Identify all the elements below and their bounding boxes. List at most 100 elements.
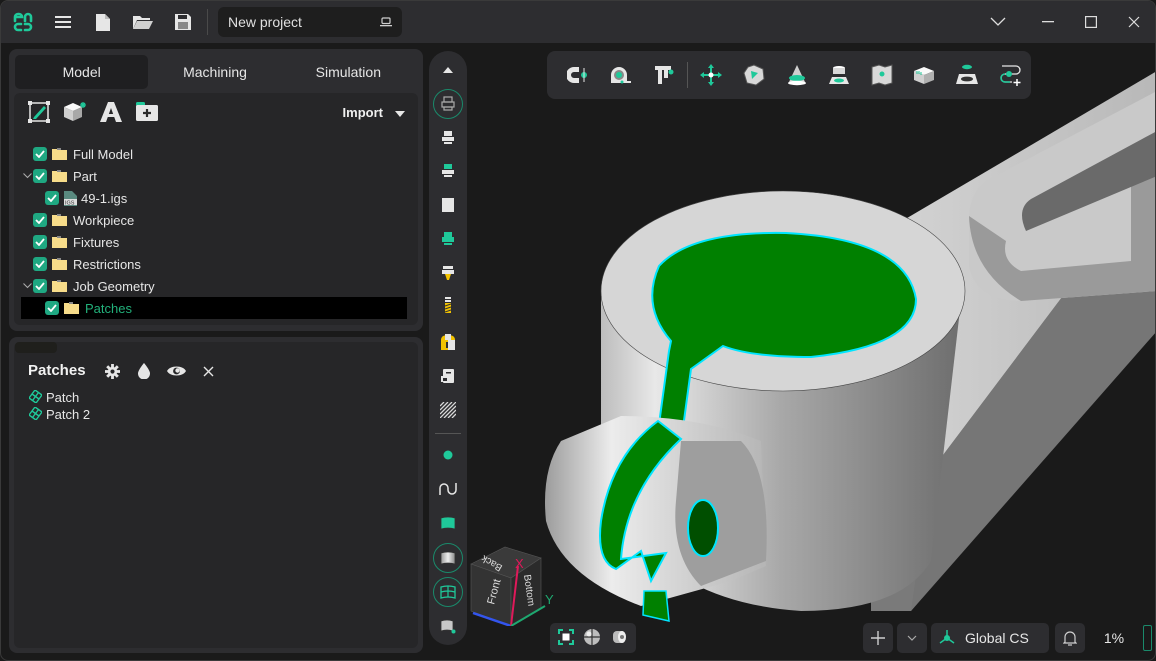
sphere-view-icon[interactable] <box>583 628 601 649</box>
patches-toolbar <box>99 360 221 382</box>
tree-item[interactable]: Job Geometry <box>21 275 407 297</box>
status-bar: Global CS 1% <box>863 623 1152 653</box>
mesh-surface-icon[interactable] <box>433 577 463 607</box>
more-dropdown-button[interactable] <box>897 623 927 653</box>
menu-icon[interactable] <box>43 1 83 43</box>
add-solid-icon[interactable] <box>57 94 93 130</box>
section-view-icon[interactable] <box>610 628 628 649</box>
add-surface-icon[interactable] <box>433 611 463 641</box>
patch-item[interactable]: Patch 2 <box>28 405 91 423</box>
head-accent-icon[interactable] <box>433 156 463 186</box>
laptop-icon[interactable] <box>380 14 392 30</box>
machine-icon[interactable] <box>433 89 463 119</box>
new-folder-icon[interactable] <box>129 94 165 130</box>
window-controls <box>970 1 1155 43</box>
save-icon[interactable] <box>163 1 203 43</box>
point-icon[interactable] <box>433 440 463 470</box>
part-model-render <box>545 72 1155 622</box>
hole-plane-icon[interactable] <box>946 55 989 95</box>
folder-icon <box>52 236 67 248</box>
visibility-checkbox[interactable] <box>45 191 59 205</box>
new-file-icon[interactable] <box>83 1 123 43</box>
text-icon[interactable] <box>93 94 129 130</box>
title-bar: New project <box>1 1 1155 43</box>
hatch-pattern-icon[interactable] <box>433 395 463 425</box>
curve-icon[interactable] <box>433 474 463 504</box>
patch-list: Patch Patch 2 <box>28 388 91 423</box>
patch-icon <box>28 405 43 423</box>
zoom-fit-icon[interactable] <box>558 628 575 648</box>
patches-title: Patches <box>28 362 86 379</box>
tape-measure-icon[interactable] <box>600 55 643 95</box>
tree-item[interactable]: IGS 49-1.igs <box>21 187 407 209</box>
tree-item[interactable]: Patches <box>21 297 407 319</box>
tree-item[interactable]: Fixtures <box>21 231 407 253</box>
move-arrows-icon[interactable] <box>690 55 733 95</box>
sketch-edit-icon[interactable] <box>21 94 57 130</box>
patch-label: Patch 2 <box>46 407 91 422</box>
scroll-up-icon[interactable] <box>433 55 463 85</box>
notifications-bell-icon[interactable] <box>1055 623 1085 653</box>
panel-drag-handle[interactable] <box>15 342 57 353</box>
visibility-checkbox[interactable] <box>33 257 47 271</box>
toolbar-divider <box>686 62 688 88</box>
caliper-icon[interactable] <box>642 55 685 95</box>
tree-item-label: Patches <box>85 300 132 316</box>
vertical-toolbar <box>429 51 467 645</box>
plane-cylinder-icon[interactable] <box>818 55 861 95</box>
fixture-clamp-icon[interactable] <box>433 327 463 357</box>
visibility-checkbox[interactable] <box>33 279 47 293</box>
tree-item[interactable]: Full Model <box>21 143 407 165</box>
cone-tool-icon[interactable] <box>775 55 818 95</box>
open-folder-icon[interactable] <box>123 1 163 43</box>
coordinate-system-selector[interactable]: Global CS <box>931 623 1049 653</box>
minimize-icon[interactable] <box>1026 1 1069 43</box>
visibility-checkbox[interactable] <box>33 213 47 227</box>
chevron-down-icon[interactable] <box>970 1 1026 43</box>
tab-machining[interactable]: Machining <box>148 55 281 89</box>
visibility-checkbox[interactable] <box>33 235 47 249</box>
polyhedron-icon[interactable] <box>733 55 776 95</box>
3d-viewport[interactable] <box>471 43 1155 660</box>
expand-chevron-icon[interactable] <box>21 283 33 289</box>
tree-item[interactable]: Workpiece <box>21 209 407 231</box>
magnet-snap-icon[interactable] <box>557 55 600 95</box>
patch-label: Patch <box>46 390 80 405</box>
head-icon[interactable] <box>433 123 463 153</box>
tree-item[interactable]: Part <box>21 165 407 187</box>
stock-block-icon[interactable] <box>433 190 463 220</box>
visibility-checkbox[interactable] <box>45 301 59 315</box>
add-button[interactable] <box>863 623 893 653</box>
tree-item[interactable]: Restrictions <box>21 253 407 275</box>
map-icon[interactable] <box>860 55 903 95</box>
folder-icon <box>52 258 67 270</box>
add-path-icon[interactable] <box>988 55 1031 95</box>
view-cube[interactable]: X Y Front Back Bottom <box>463 541 563 626</box>
surface-icon[interactable] <box>433 508 463 538</box>
app-logo-icon[interactable] <box>3 1 43 43</box>
expand-chevron-icon[interactable] <box>21 173 33 179</box>
tool-holder-icon[interactable] <box>433 258 463 288</box>
visibility-checkbox[interactable] <box>33 169 47 183</box>
block-texture-icon[interactable] <box>903 55 946 95</box>
tab-model[interactable]: Model <box>15 55 149 89</box>
patch-item[interactable]: Patch <box>28 388 90 406</box>
tab-simulation[interactable]: Simulation <box>282 55 415 89</box>
eye-icon[interactable] <box>163 360 189 382</box>
table-accent-icon[interactable] <box>433 224 463 254</box>
close-icon[interactable] <box>195 360 221 382</box>
visibility-checkbox[interactable] <box>33 147 47 161</box>
close-icon[interactable] <box>1112 1 1155 43</box>
workpiece-icon[interactable] <box>433 361 463 391</box>
import-dropdown[interactable]: Import <box>343 105 415 120</box>
gear-icon[interactable] <box>99 360 125 382</box>
face-surface-icon[interactable] <box>433 543 463 573</box>
folder-icon <box>52 148 67 160</box>
svg-text:IGS: IGS <box>65 200 75 206</box>
project-name-field[interactable]: New project <box>218 7 402 37</box>
folder-icon <box>64 302 79 314</box>
maximize-icon[interactable] <box>1069 1 1112 43</box>
drill-bit-icon[interactable] <box>433 291 463 321</box>
color-drop-icon[interactable] <box>131 360 157 382</box>
y-axis-label: Y <box>545 592 554 607</box>
